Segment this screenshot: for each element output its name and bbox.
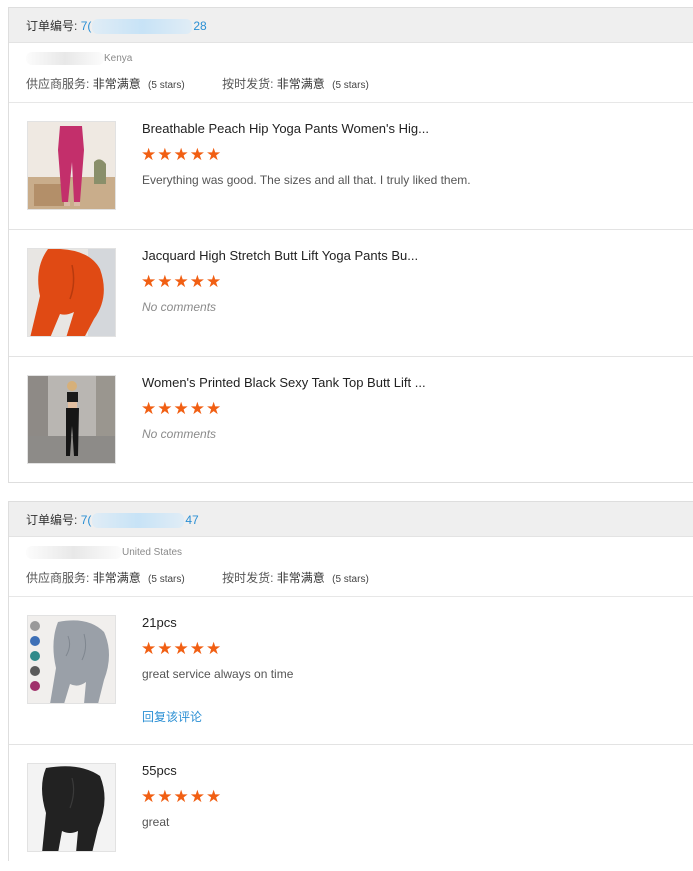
review-comment: No comments bbox=[142, 427, 217, 441]
redacted-order-id bbox=[92, 513, 185, 529]
order-id-start: 7( bbox=[80, 513, 92, 527]
order-info: Kenya 供应商服务: 非常满意 (5 stars) 按时发货: 非常满意 (… bbox=[9, 43, 693, 103]
review-item: Jacquard High Stretch Butt Lift Yoga Pan… bbox=[9, 230, 693, 357]
review-comment: great service always on time bbox=[142, 667, 294, 681]
product-image bbox=[28, 616, 115, 703]
order-info: United States 供应商服务: 非常满意 (5 stars) 按时发货… bbox=[9, 537, 693, 597]
shipping-value: 非常满意 bbox=[276, 571, 325, 585]
reply-to-review-link[interactable]: 回复该评论 bbox=[142, 708, 202, 725]
order-id-link[interactable]: 7( 28 bbox=[80, 19, 207, 35]
shipping-stars: (5 stars) bbox=[332, 80, 369, 91]
order-id-end: 28 bbox=[193, 19, 207, 33]
product-title[interactable]: 21pcs bbox=[142, 615, 177, 630]
shipping-label: 按时发货: bbox=[222, 571, 274, 585]
product-title[interactable]: Breathable Peach Hip Yoga Pants Women's … bbox=[142, 121, 429, 136]
supplier-service-stars: (5 stars) bbox=[148, 574, 185, 585]
review-item: Breathable Peach Hip Yoga Pants Women's … bbox=[9, 103, 693, 230]
redacted-buyer-name bbox=[26, 52, 104, 65]
supplier-service-label: 供应商服务: bbox=[26, 77, 90, 91]
supplier-service-rating: 供应商服务: 非常满意 (5 stars) bbox=[26, 569, 185, 586]
order-ratings: 供应商服务: 非常满意 (5 stars) 按时发货: 非常满意 (5 star… bbox=[26, 569, 369, 586]
product-thumbnail[interactable] bbox=[27, 615, 116, 704]
star-rating: ★★★★★ bbox=[141, 272, 223, 291]
buyer-country: Kenya bbox=[104, 53, 133, 65]
shipping-stars: (5 stars) bbox=[332, 574, 369, 585]
supplier-service-label: 供应商服务: bbox=[26, 571, 90, 585]
star-rating: ★★★★★ bbox=[141, 399, 223, 418]
review-item: 55pcs ★★★★★ great bbox=[9, 745, 693, 871]
shipping-value: 非常满意 bbox=[276, 77, 325, 91]
order-number-label: 订单编号: bbox=[26, 19, 78, 33]
buyer-info: United States bbox=[26, 546, 182, 559]
product-thumbnail[interactable] bbox=[27, 763, 116, 852]
order-header: 订单编号: 7( 28 bbox=[9, 8, 693, 43]
product-title[interactable]: Jacquard High Stretch Butt Lift Yoga Pan… bbox=[142, 248, 418, 263]
product-image bbox=[28, 249, 115, 336]
star-rating: ★★★★★ bbox=[141, 639, 223, 658]
supplier-service-value: 非常满意 bbox=[92, 77, 141, 91]
review-comment: No comments bbox=[142, 300, 217, 314]
top-edge bbox=[0, 0, 693, 7]
product-thumbnail[interactable] bbox=[27, 121, 116, 210]
order-id-start: 7( bbox=[80, 19, 92, 33]
review-item: Women's Printed Black Sexy Tank Top Butt… bbox=[9, 357, 693, 483]
order-id-link[interactable]: 7( 47 bbox=[80, 513, 199, 529]
supplier-service-rating: 供应商服务: 非常满意 (5 stars) bbox=[26, 75, 185, 92]
redacted-buyer-name bbox=[26, 546, 122, 559]
shipping-rating: 按时发货: 非常满意 (5 stars) bbox=[222, 75, 369, 92]
product-image bbox=[28, 376, 115, 463]
review-item: 21pcs ★★★★★ great service always on time… bbox=[9, 597, 693, 745]
buyer-info: Kenya bbox=[26, 52, 132, 65]
product-thumbnail[interactable] bbox=[27, 375, 116, 464]
order-number: 订单编号: 7( 28 bbox=[26, 17, 207, 35]
product-image bbox=[28, 122, 115, 209]
shipping-rating: 按时发货: 非常满意 (5 stars) bbox=[222, 569, 369, 586]
order-number: 订单编号: 7( 47 bbox=[26, 511, 199, 529]
supplier-service-value: 非常满意 bbox=[92, 571, 141, 585]
product-title[interactable]: 55pcs bbox=[142, 763, 177, 778]
product-thumbnail[interactable] bbox=[27, 248, 116, 337]
order-number-label: 订单编号: bbox=[26, 513, 78, 527]
order-id-end: 47 bbox=[185, 513, 199, 527]
buyer-country: United States bbox=[122, 547, 183, 559]
order-header: 订单编号: 7( 47 bbox=[9, 502, 693, 537]
star-rating: ★★★★★ bbox=[141, 787, 223, 806]
star-rating: ★★★★★ bbox=[141, 145, 223, 164]
review-comment: great bbox=[142, 815, 170, 829]
order-card: 订单编号: 7( 28 Kenya 供应商服务: 非常满意 (5 stars) 按… bbox=[8, 7, 693, 483]
supplier-service-stars: (5 stars) bbox=[148, 80, 185, 91]
shipping-label: 按时发货: bbox=[222, 77, 274, 91]
product-image bbox=[28, 764, 115, 851]
review-comment: Everything was good. The sizes and all t… bbox=[142, 173, 471, 187]
order-ratings: 供应商服务: 非常满意 (5 stars) 按时发货: 非常满意 (5 star… bbox=[26, 75, 369, 92]
redacted-order-id bbox=[92, 19, 193, 35]
order-card: 订单编号: 7( 47 United States 供应商服务: 非常满意 (5 … bbox=[8, 501, 693, 861]
product-title[interactable]: Women's Printed Black Sexy Tank Top Butt… bbox=[142, 375, 426, 390]
